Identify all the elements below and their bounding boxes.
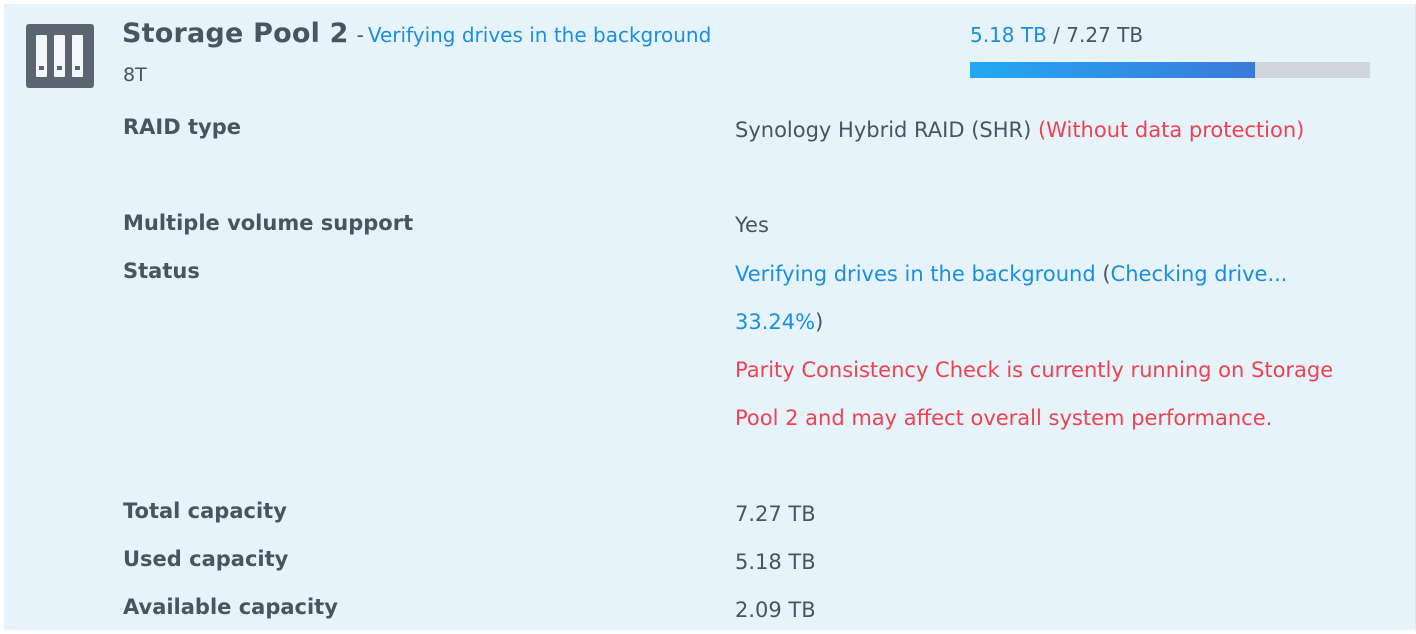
status-label: Status [123,259,200,283]
available-capacity-value: 2.09 TB [735,598,816,622]
raid-type-warning: (Without data protection) [1037,118,1305,142]
storage-pool-icon [26,24,94,88]
pool-status-short: Verifying drives in the background [367,23,712,47]
drive-bay-icon [54,35,65,77]
used-capacity-label: Used capacity [123,547,289,571]
usage-separator: / [1046,23,1067,47]
status-line: Verifying drives in the background (Chec… [735,250,1335,346]
status-text: Verifying drives in the background [735,262,1096,286]
usage-bar-fill [970,62,1255,78]
available-capacity-label: Available capacity [123,595,338,619]
usage-bar [970,62,1370,78]
raid-type-label: RAID type [123,115,241,139]
parity-check-warning: Parity Consistency Check is currently ru… [735,358,1334,430]
pool-description: 8T [123,64,147,86]
used-capacity-value: 5.18 TB [735,550,816,574]
raid-type-value: Synology Hybrid RAID (SHR) (Without data… [735,106,1335,154]
multiple-volume-value: Yes [735,213,769,237]
usage-total: 7.27 TB [1066,23,1144,47]
drive-bay-icon [72,35,83,77]
status-paren-open: ( [1102,262,1111,286]
status-paren-close: ) [815,310,824,334]
raid-type-text: Synology Hybrid RAID (SHR) [735,118,1032,142]
status-value: Verifying drives in the background (Chec… [735,250,1335,442]
title-separator: - [356,23,364,47]
usage-used: 5.18 TB [970,23,1047,47]
total-capacity-value: 7.27 TB [735,502,816,526]
storage-pool-panel: Storage Pool 2- Verifying drives in the b… [4,4,1416,630]
usage-summary: 5.18 TB / 7.27 TB [970,23,1143,47]
pool-title-row: Storage Pool 2- Verifying drives in the b… [122,18,711,49]
drive-bay-icon [36,35,47,77]
total-capacity-label: Total capacity [123,499,287,523]
multiple-volume-label: Multiple volume support [123,211,414,235]
pool-title: Storage Pool 2 [122,18,349,49]
